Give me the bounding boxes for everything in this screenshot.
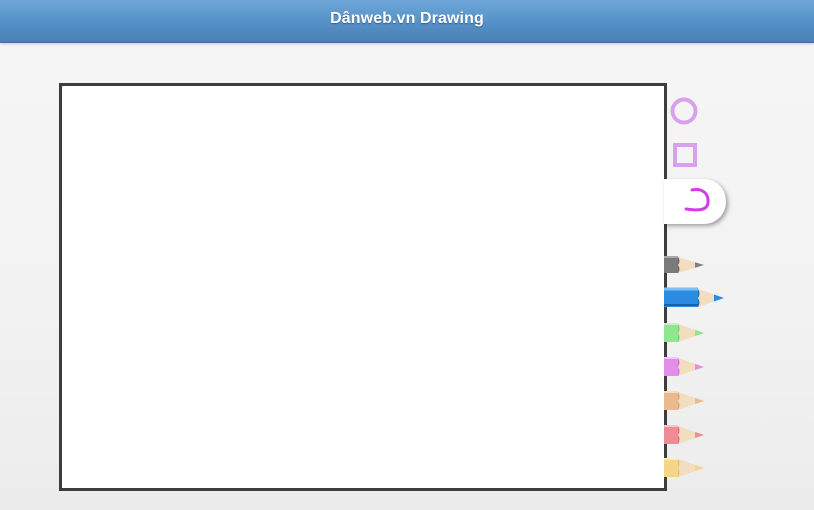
yellow-pencil-icon [664,458,704,477]
gray-pencil-icon [664,256,704,273]
freehand-tool-button[interactable] [664,179,726,224]
pencil-tan[interactable] [664,390,708,412]
blue-pencil-icon [664,287,724,307]
app-title: Dânweb.vn Drawing [330,10,484,27]
app-header: Dânweb.vn Drawing [0,0,814,43]
pink-pencil-icon [664,425,704,444]
rectangle-tool-button[interactable] [671,141,699,169]
violet-pencil-icon [664,357,704,376]
pencil-green[interactable] [664,322,708,344]
pencil-blue[interactable] [664,286,726,310]
pencil-violet[interactable] [664,356,708,378]
circle-tool-button[interactable] [669,96,701,126]
circle-icon [670,97,698,125]
pencil-yellow[interactable] [664,457,708,479]
pencil-gray[interactable] [664,255,708,275]
drawing-canvas[interactable] [59,83,667,491]
green-pencil-icon [664,323,704,342]
freehand-line-icon [684,188,710,212]
pencil-pink[interactable] [664,424,708,446]
square-icon [673,143,697,167]
tan-pencil-icon [664,391,704,410]
